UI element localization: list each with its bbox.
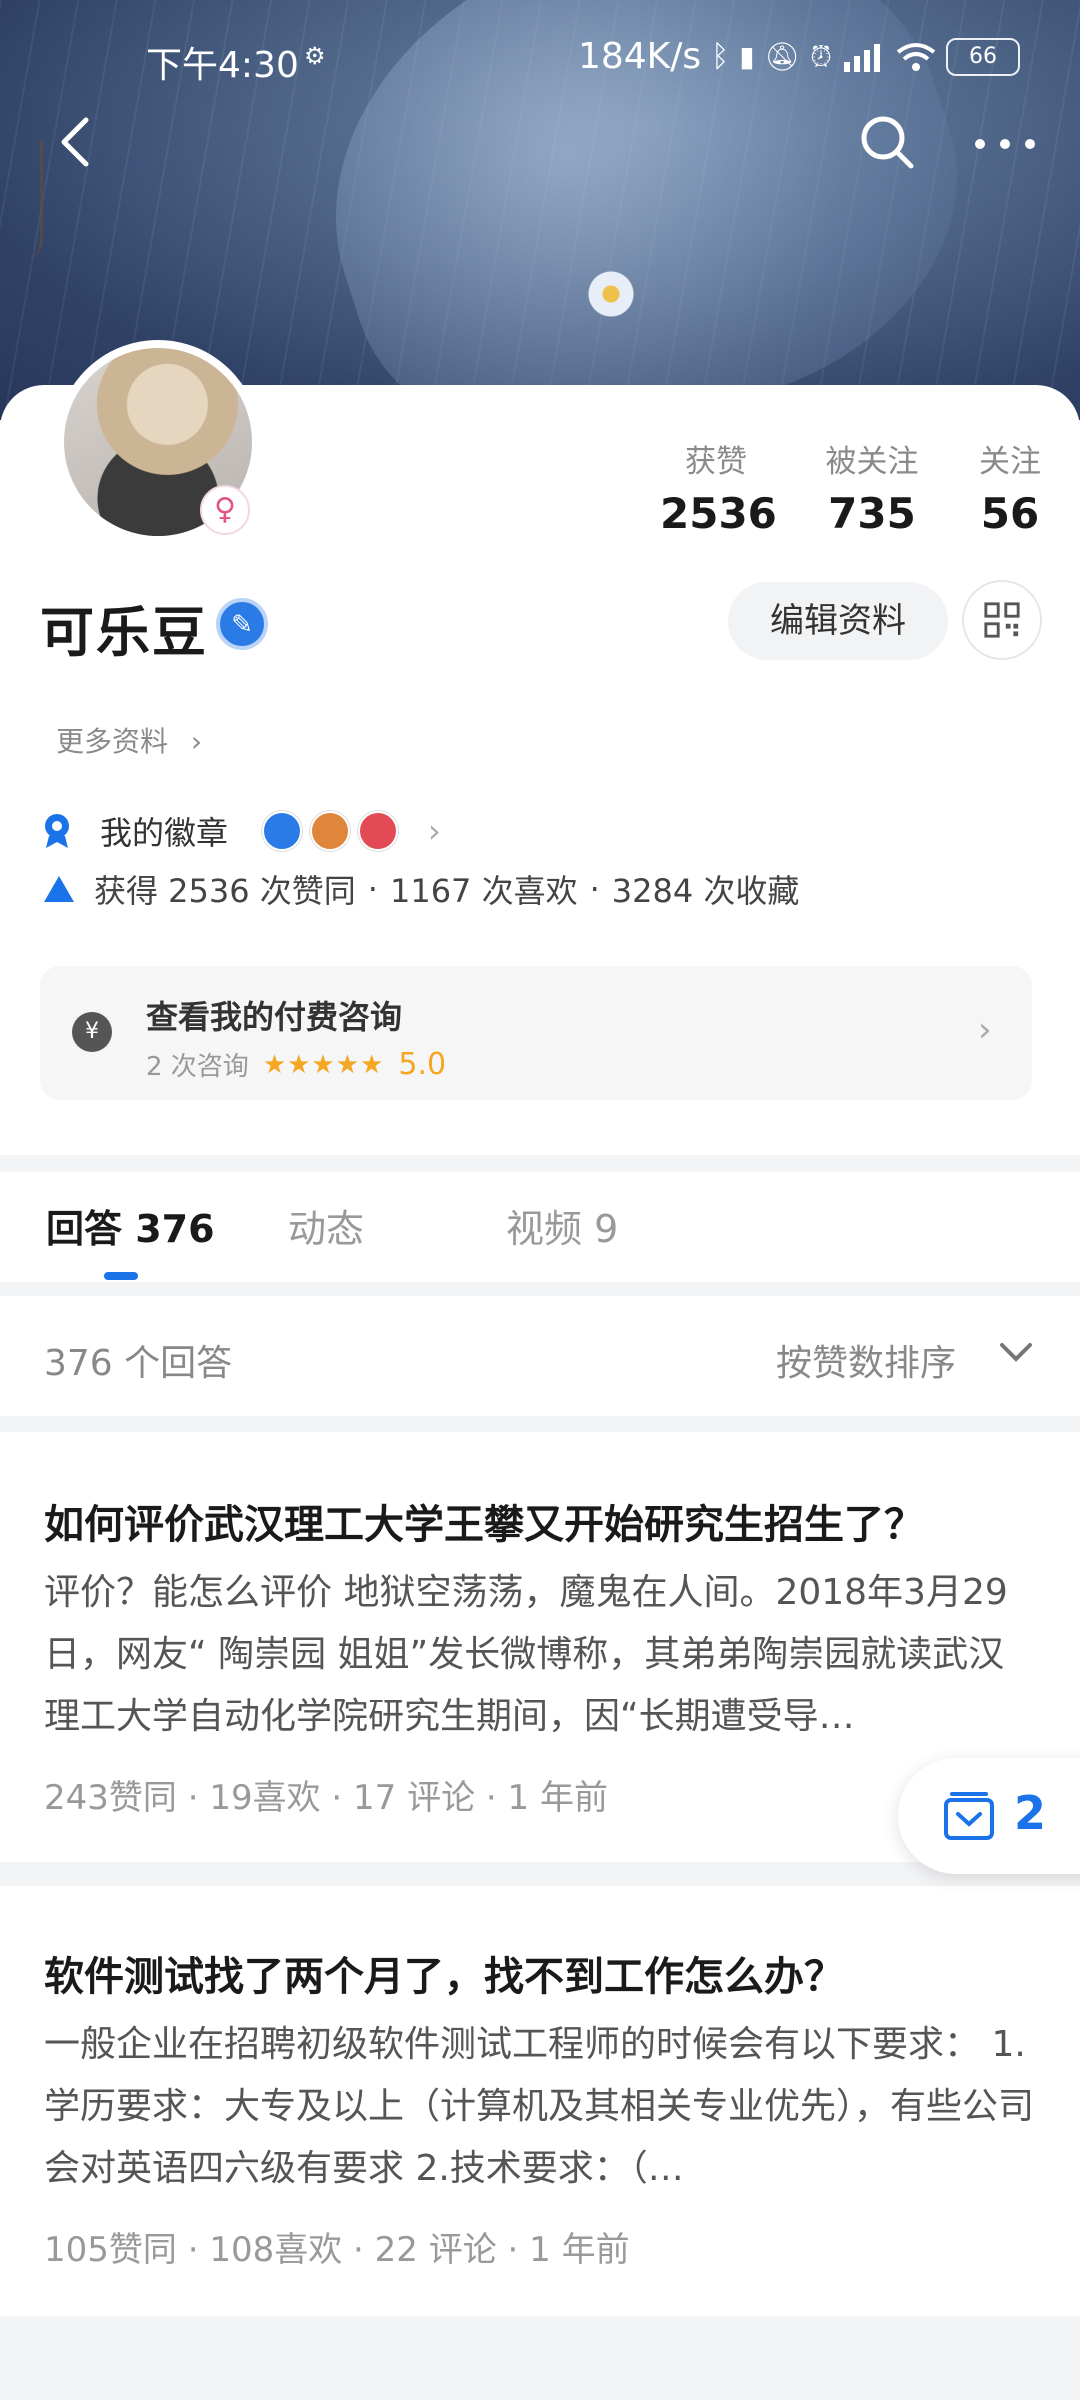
female-gender-icon: ♀ [200,485,250,535]
separator: · [589,870,600,908]
more-info-label: 更多资料 [56,725,169,758]
achievement-favs: 1167 次喜欢 [389,872,578,910]
achievement-likes: 获得 2536 次赞同 [94,872,356,910]
tab-activity[interactable]: 动态 [288,1198,364,1253]
mute-icon: 🔕︎ [764,40,801,73]
badges-label: 我的徽章 [100,814,229,852]
settings-dot-icon: ⚙ [304,42,326,70]
wifi-icon [896,42,936,71]
inbox-icon [944,1792,994,1840]
consult-count: 2 次咨询 [146,1052,249,1082]
verified-badge-icon[interactable]: ✎ [216,598,268,650]
answer-meta: 243赞同 · 19喜欢 · 17 评论 · 1 年前 [44,1778,608,1818]
answer-card[interactable]: 软件测试找了两个月了，找不到工作怎么办？ 一般企业在招聘初级软件测试工程师的时候… [0,1886,1080,2316]
more-options-icon[interactable] [970,110,1040,174]
edit-profile-button[interactable]: 编辑资料 [728,582,948,660]
stat-label: 获赞 [685,444,747,480]
bluetooth-icon: ᛒ [711,39,730,74]
status-bar: 下午4:30 ⚙ 184K/s ᛒ ▮ 🔕︎ ⏰︎ 66 [0,30,1080,90]
achievement-stats: 获得 2536 次赞同 · 1167 次喜欢 · 3284 次收藏 [40,866,799,912]
answer-meta: 105赞同 · 108喜欢 · 22 评论 · 1 年前 [44,2230,630,2270]
answer-title[interactable]: 软件测试找了两个月了，找不到工作怎么办？ [44,1944,1044,2002]
stat-followers[interactable]: 被关注 735 [810,436,934,538]
username: 可乐豆 [40,601,208,664]
chevron-down-icon[interactable] [996,1332,1036,1372]
tab-videos[interactable]: 视频 9 [506,1198,618,1253]
stat-likes[interactable]: 获赞 2536 [660,436,777,538]
network-speed: 184K/s [577,36,702,77]
answer-title[interactable]: 如何评价武汉理工大学王攀又开始研究生招生了？ [44,1492,1044,1550]
stat-label: 关注 [979,444,1041,480]
signal-icon [844,43,880,72]
vibrate-icon: ▮ [739,40,755,73]
separator: · [367,870,378,908]
content-tabs: 回答 376 动态 视频 9 [0,1172,1080,1282]
search-icon[interactable] [855,110,919,174]
achievement-icon [44,876,74,902]
tab-answers[interactable]: 回答 376 [46,1198,215,1253]
chevron-right-icon: › [428,812,441,850]
stat-label: 被关注 [825,444,919,480]
sort-bar: 376 个回答 按赞数排序 [0,1296,1080,1416]
collection-count: 2 [1014,1786,1047,1840]
achievement-collects: 3284 次收藏 [611,872,800,910]
flower-graphic [585,268,637,320]
yen-coin-icon: ¥ [72,1012,112,1052]
stat-value: 735 [828,489,916,538]
answer-excerpt[interactable]: 一般企业在招聘初级软件测试工程师的时候会有以下要求： 1.学历要求：大专及以上（… [44,2014,1034,2200]
answer-count: 376 个回答 [44,1343,233,1384]
paid-consult-card[interactable]: ¥ 查看我的付费咨询 2 次咨询 ★★★★★ 5.0 › [40,966,1032,1100]
collection-fab[interactable]: 2 [898,1758,1080,1874]
consult-title: 查看我的付费咨询 [146,998,403,1036]
badge-thumbsup-icon [358,811,399,851]
branch-graphic [0,140,43,260]
qr-code-icon[interactable] [962,580,1042,660]
chevron-right-icon: › [190,725,203,758]
rating-stars: ★★★★★ [262,1049,385,1080]
badge-writer-icon [262,811,303,851]
status-time: 下午4:30 [146,45,299,86]
medal-icon [45,814,69,848]
rating-score: 5.0 [398,1047,447,1082]
answer-excerpt[interactable]: 评价？能怎么评价 地狱空荡荡，魔鬼在人间。2018年3月29日，网友“ 陶崇园 … [44,1562,1034,1748]
badges-row[interactable]: 我的徽章 › [40,808,441,854]
chevron-right-icon: › [978,1010,992,1050]
badge-eye-icon [310,811,351,851]
back-arrow-icon[interactable] [50,112,110,172]
stat-value: 2536 [660,489,777,538]
active-tab-indicator [104,1272,138,1280]
alarm-icon: ⏰︎ [810,39,832,73]
sort-order-button[interactable]: 按赞数排序 [776,1334,956,1386]
battery-icon: 66 [946,37,1020,76]
stat-value: 56 [980,489,1040,538]
consult-subtitle: 2 次咨询 ★★★★★ 5.0 [146,1046,446,1083]
more-info-link[interactable]: 更多资料 › [56,720,202,760]
stat-following[interactable]: 关注 56 [970,436,1050,538]
